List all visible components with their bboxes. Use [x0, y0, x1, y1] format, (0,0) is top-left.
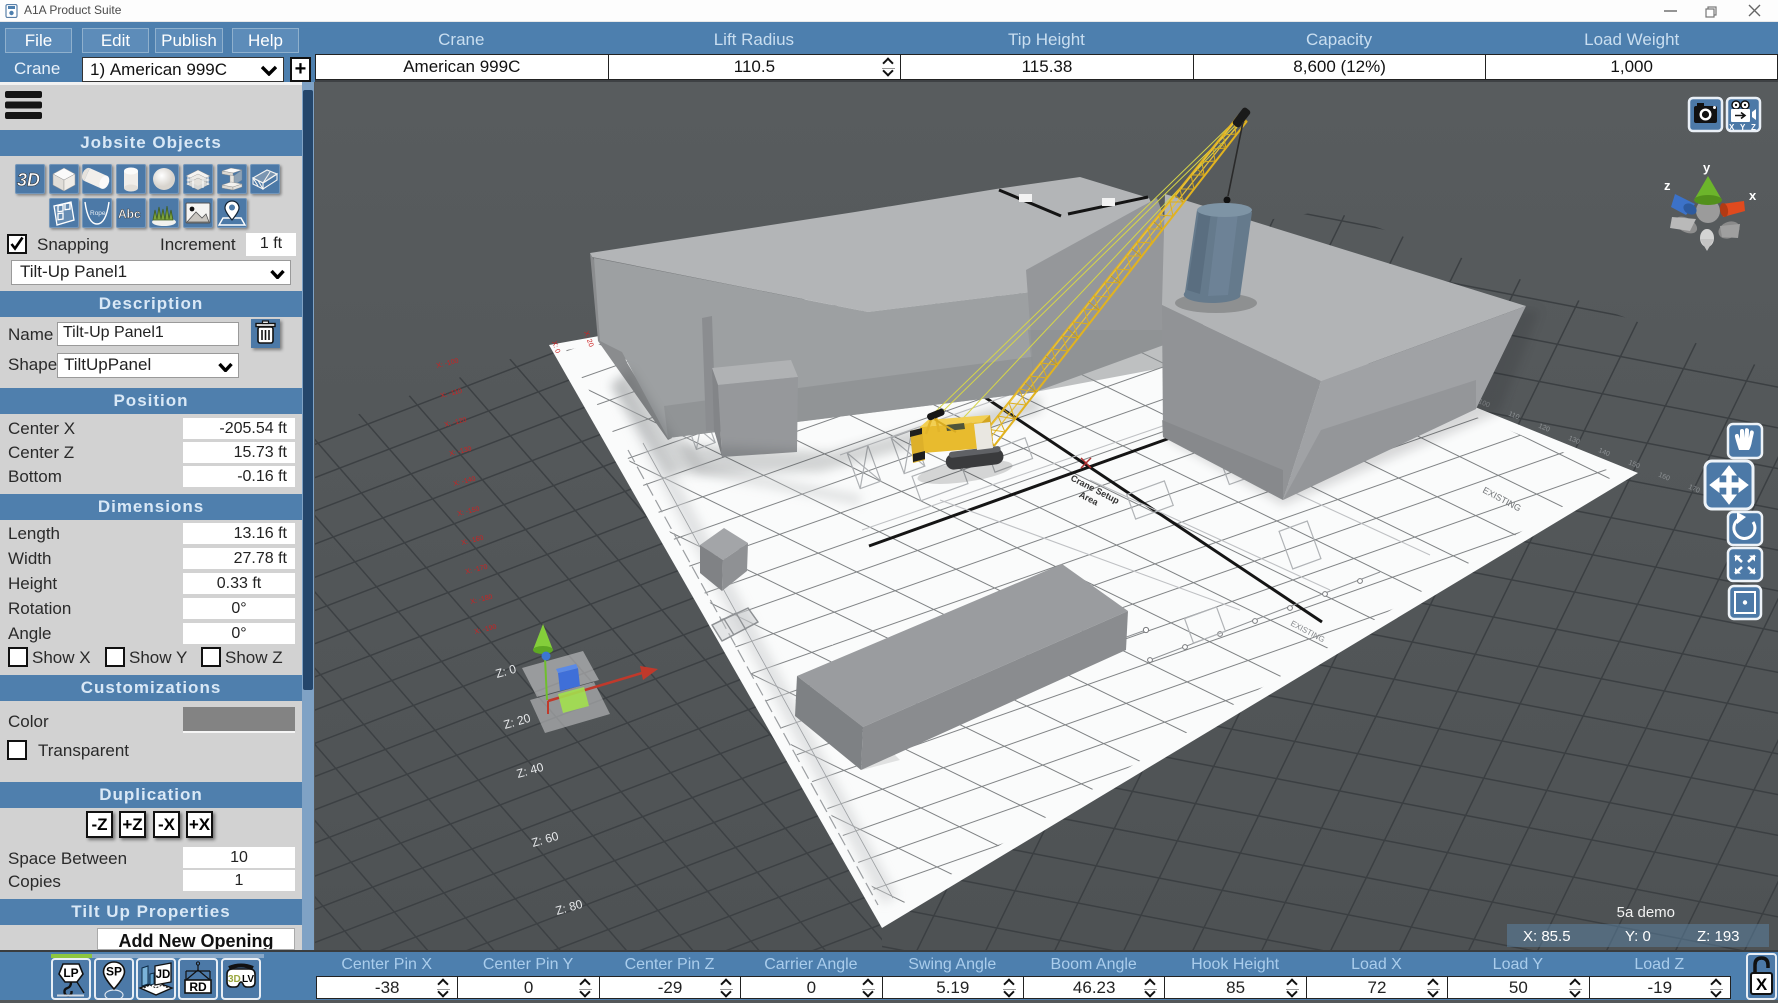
- svg-text:JD: JD: [156, 969, 171, 981]
- svg-text:Z: Z: [1751, 123, 1756, 132]
- svg-text:3D: 3D: [228, 974, 241, 985]
- svg-text:X: X: [1729, 123, 1735, 132]
- svg-text:Y: Y: [1740, 123, 1746, 132]
- svg-text:Z: 193: Z: 193: [1697, 928, 1740, 945]
- svg-text:Rope: Rope: [90, 210, 106, 217]
- svg-text:LV: LV: [242, 974, 254, 985]
- svg-text:3D: 3D: [17, 170, 40, 190]
- svg-text:5a demo: 5a demo: [1617, 904, 1675, 921]
- svg-text:X: 85.5: X: 85.5: [1523, 928, 1571, 945]
- svg-text:y: y: [1703, 160, 1711, 175]
- svg-text:Abc: Abc: [118, 207, 141, 221]
- svg-text:LP: LP: [63, 966, 78, 980]
- svg-text:SP: SP: [106, 965, 122, 979]
- svg-text:RD: RD: [189, 980, 207, 994]
- svg-text:X: X: [1756, 975, 1768, 994]
- svg-text:x: x: [1749, 188, 1757, 203]
- svg-text:Y: 0: Y: 0: [1625, 928, 1651, 945]
- svg-text:z: z: [1664, 178, 1671, 193]
